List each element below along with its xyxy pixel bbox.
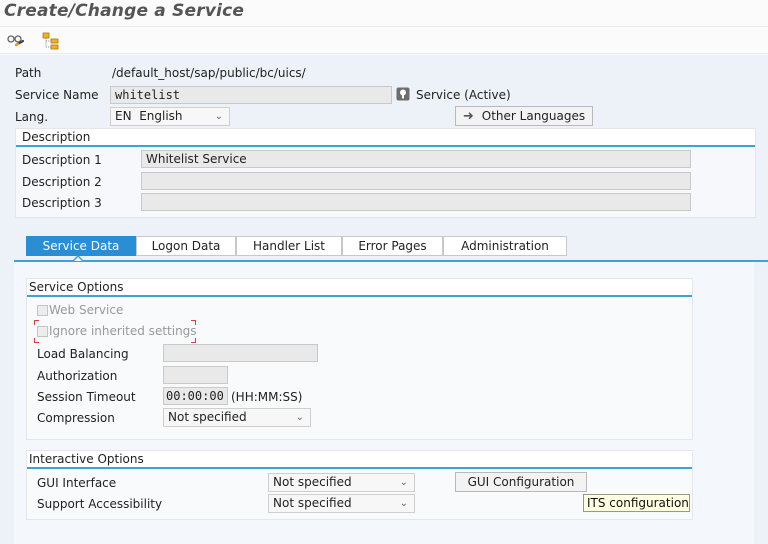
title-bar: Create/Change a Service (0, 0, 768, 26)
path-label: Path (15, 66, 42, 80)
ignore-inherited-label: Ignore inherited settings (49, 324, 197, 338)
description-3-label: Description 3 (22, 196, 102, 210)
tab-logon-data[interactable]: Logon Data (136, 236, 236, 256)
display-glasses-icon[interactable] (6, 31, 26, 51)
support-accessibility-label: Support Accessibility (37, 497, 163, 511)
its-configuration-tooltip: ITS configuration (583, 494, 690, 512)
tab-underline (14, 260, 768, 262)
lang-value: EN English (115, 109, 183, 123)
ignore-inherited-checkbox[interactable] (37, 326, 48, 337)
tab-error-pages[interactable]: Error Pages (342, 236, 443, 256)
load-balancing-label: Load Balancing (37, 347, 129, 361)
page-title: Create/Change a Service (4, 1, 245, 21)
interactive-options-title: Interactive Options (29, 452, 144, 466)
other-languages-button[interactable]: ➜ Other Languages (455, 106, 593, 126)
focus-corner-bl (34, 338, 39, 343)
toolbar (0, 26, 768, 54)
lang-select[interactable]: EN English ⌄ (110, 107, 230, 126)
gui-interface-select[interactable]: Not specified ⌄ (268, 473, 415, 492)
chevron-down-icon: ⌄ (295, 412, 304, 423)
gui-interface-value: Not specified (273, 475, 352, 489)
session-timeout-field[interactable]: 00:00:00 (163, 387, 228, 405)
focus-corner-tl (34, 320, 39, 325)
description-group-header: Description (16, 129, 755, 147)
lang-label: Lang. (15, 110, 49, 124)
service-name-label: Service Name (15, 88, 99, 102)
web-service-checkbox[interactable] (37, 305, 48, 316)
chevron-down-icon: ⌄ (399, 477, 408, 488)
compression-select[interactable]: Not specified ⌄ (163, 408, 311, 427)
web-service-label: Web Service (49, 303, 124, 317)
support-accessibility-select[interactable]: Not specified ⌄ (268, 494, 415, 513)
description-2-field[interactable] (141, 172, 691, 190)
service-name-field[interactable]: whitelist (110, 86, 392, 104)
compression-label: Compression (37, 411, 115, 425)
description-3-field[interactable] (141, 193, 691, 211)
chevron-down-icon: ⌄ (214, 111, 223, 122)
session-timeout-format: (HH:MM:SS) (231, 390, 303, 404)
path-value: /default_host/sap/public/bc/uics/ (112, 66, 306, 80)
service-options-title: Service Options (29, 280, 124, 294)
description-1-field[interactable]: Whitelist Service (141, 150, 691, 168)
tab-administration[interactable]: Administration (443, 236, 567, 256)
other-languages-label: Other Languages (481, 109, 586, 123)
support-accessibility-value: Not specified (273, 496, 352, 510)
description-title: Description (22, 130, 91, 144)
chevron-down-icon: ⌄ (399, 498, 408, 509)
hierarchy-tree-icon[interactable] (41, 31, 61, 51)
gui-interface-label: GUI Interface (37, 476, 117, 490)
authorization-field[interactable] (163, 366, 228, 384)
interactive-options-header: Interactive Options (27, 451, 692, 469)
tab-service-data[interactable]: Service Data (26, 236, 136, 256)
load-balancing-field[interactable] (163, 344, 318, 362)
description-1-label: Description 1 (22, 153, 102, 167)
active-tab-indicator (73, 255, 83, 261)
service-info-icon[interactable] (396, 87, 410, 101)
gui-configuration-button[interactable]: GUI Configuration (455, 472, 587, 492)
authorization-label: Authorization (37, 369, 118, 383)
focus-corner-br (191, 338, 196, 343)
description-2-label: Description 2 (22, 175, 102, 189)
session-timeout-label: Session Timeout (37, 390, 136, 404)
service-status: Service (Active) (416, 88, 511, 102)
arrow-right-icon: ➜ (462, 109, 474, 124)
compression-value: Not specified (168, 410, 247, 424)
tab-handler-list[interactable]: Handler List (236, 236, 342, 256)
service-options-header: Service Options (27, 279, 692, 297)
